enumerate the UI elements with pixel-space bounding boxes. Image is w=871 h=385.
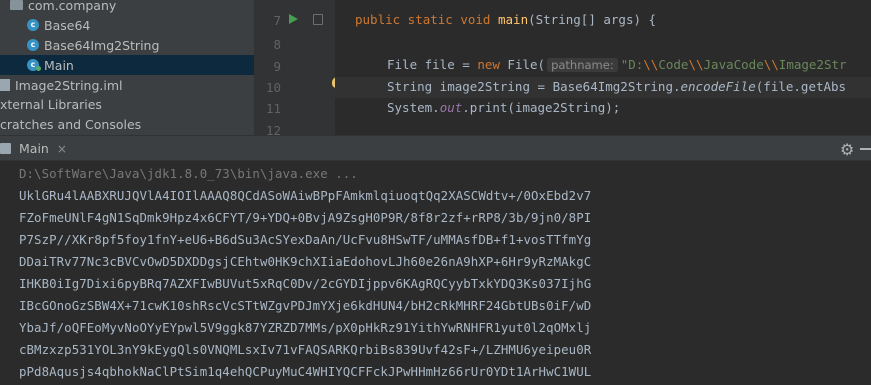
class-icon: c [27, 39, 39, 51]
code-token: \\ [763, 57, 779, 72]
code-token: \\ [688, 57, 704, 72]
console-line: FZoFmeUNlF4gN1SqDmk9Hpz4x6CFYT/9+YDQ+0Bv… [19, 210, 592, 225]
code-token: File file = [387, 57, 478, 72]
run-config-icon [0, 143, 11, 154]
parameter-hint: pathname: [547, 58, 618, 72]
code-token: "D: [620, 57, 644, 72]
tree-item-label: cratches and Consoles [0, 116, 142, 132]
code-line-7: public static void main(String[] args) { [355, 12, 656, 27]
console-line: UklGRu4lAABXRUJQVlA4IOIlAAAQ8QCdASoWAiwB… [19, 188, 592, 203]
line-number: 9 [273, 59, 281, 74]
code-token: String image2String = Base64Img2String. [387, 79, 681, 94]
code-token: \\ [643, 57, 659, 72]
line-number: 10 [265, 80, 281, 95]
code-line-10: String image2String = Base64Img2String.e… [387, 79, 846, 94]
tree-item-label: com.company [28, 0, 117, 13]
code-token: (file.getAbs [755, 79, 847, 94]
console-line: P7SzP//XKr8pf5foy1fnY+eU6+B6dSu3AcSYexDa… [19, 232, 592, 247]
console-line: pPd8Aqusjs4qbhokNaClPtSim1q4ehQCPuyMuC4W… [19, 364, 592, 379]
tree-item-label: Base64 [44, 17, 91, 33]
folder-icon [10, 0, 23, 10]
console-line: IBcGOnoGzSBW4X+71cwK10shRscVcSTtWZgvPDJm… [19, 298, 592, 313]
run-marker-icon [36, 66, 41, 71]
tree-item-scratches[interactable]: cratches and Consoles [0, 114, 254, 134]
code-line-11: System.out.print(image2String); [387, 100, 620, 115]
gear-icon[interactable]: ⚙ [840, 140, 854, 159]
tree-item-base64[interactable]: c Base64 [0, 15, 254, 35]
console-line: cBMzxzp531YOL3nY9kEygQls0VNQMLsxIv71vFAQ… [19, 342, 592, 357]
fold-icon[interactable] [313, 14, 323, 25]
class-icon: c [27, 59, 41, 71]
code-token: encodeFile [680, 79, 756, 94]
code-token: System. [387, 100, 440, 115]
code-token: out [439, 100, 463, 115]
top-area: com.company c Base64 c Base64Img2String … [0, 0, 871, 138]
tree-item-main[interactable]: c Main [0, 55, 254, 75]
code-token: main [498, 12, 529, 27]
run-tool-window-header: Main × ⚙ [0, 135, 871, 161]
code-editor[interactable]: public static void main(String[] args) {… [335, 0, 871, 135]
class-icon: c [27, 19, 39, 31]
project-tree-panel: com.company c Base64 c Base64Img2String … [0, 0, 254, 135]
tree-item-label: Main [44, 57, 74, 73]
code-token: File( [507, 57, 546, 72]
tree-item-base64img2string[interactable]: c Base64Img2String [0, 35, 254, 55]
code-token: Code [658, 57, 689, 72]
code-token: (String[] args) { [528, 12, 657, 27]
console-line: YbaJf/oQFEoMyvNoOYyEYpwl5V9ggk87YZRZD7MM… [19, 320, 592, 335]
tree-item-external-libraries[interactable]: xternal Libraries [0, 94, 254, 114]
code-token: Image2Str [778, 57, 847, 72]
tree-item-iml[interactable]: Image2String.iml [0, 75, 254, 95]
run-tab-main[interactable]: Main × [0, 136, 67, 161]
console-command-line: D:\SoftWare\Java\jdk1.8.0_73\bin\java.ex… [19, 166, 358, 181]
code-token: JavaCode [703, 57, 764, 72]
run-tab-label: Main [19, 141, 49, 156]
code-line-9: File file = new File(pathname: "D:\\Code\… [387, 57, 847, 72]
code-token: public static void [355, 12, 498, 27]
close-icon[interactable]: × [57, 142, 67, 156]
console-line: DDaiTRv77Nc3cBVCvOwD5DXDDgsjCEhtw0HK9chX… [19, 254, 592, 269]
line-number: 8 [273, 37, 281, 52]
console-output[interactable]: D:\SoftWare\Java\jdk1.8.0_73\bin\java.ex… [0, 161, 871, 385]
minimize-icon[interactable] [860, 148, 871, 150]
tree-item-package[interactable]: com.company [0, 0, 254, 15]
code-token: .print(image2String); [462, 100, 621, 115]
console-line: IHKB0iIg7Dixi6pyBRq7AZXFIwBUVut5xRqC0Dv/… [19, 276, 592, 291]
tree-item-label: Base64Img2String [44, 37, 160, 53]
run-gutter-icon[interactable] [289, 14, 298, 24]
file-icon [0, 79, 10, 91]
line-number: 11 [265, 101, 281, 116]
tree-item-label: xternal Libraries [0, 96, 102, 112]
tree-item-label: Image2String.iml [15, 77, 123, 93]
line-number: 7 [273, 13, 281, 28]
code-token: new [477, 57, 508, 72]
